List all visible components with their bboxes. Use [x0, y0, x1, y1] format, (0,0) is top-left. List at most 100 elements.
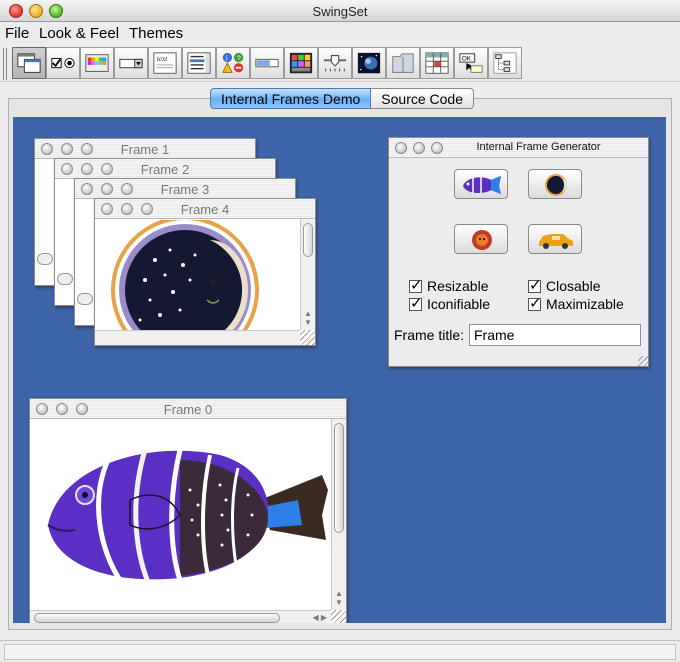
checkbox-icon[interactable]: [528, 276, 542, 294]
resize-grip-icon[interactable]: [638, 356, 648, 366]
frame-minimize-button[interactable]: [413, 142, 425, 154]
scroll-arrows-icon[interactable]: ◀ ▶: [312, 613, 327, 622]
progress-bar-demo-button[interactable]: [250, 47, 284, 79]
scroll-thumb[interactable]: [334, 423, 344, 533]
frame-title-bar[interactable]: Frame 3: [75, 179, 295, 199]
svg-text:text: text: [157, 54, 169, 63]
frame-title-bar[interactable]: Frame 4: [95, 199, 315, 219]
frame-4-vertical-scrollbar[interactable]: ▲ ▼: [300, 219, 315, 330]
internal-frames-demo-button[interactable]: [12, 47, 46, 79]
split-pane-demo-button[interactable]: [386, 47, 420, 79]
menu-themes[interactable]: Themes: [129, 25, 183, 42]
tree-icon: [493, 52, 517, 74]
tab-internal-frames-demo[interactable]: Internal Frames Demo: [210, 88, 372, 109]
file-chooser-demo-button[interactable]: [284, 47, 318, 79]
resize-grip-icon[interactable]: [331, 610, 346, 623]
toolbar: text i ? OK: [0, 44, 680, 82]
menu-look-and-feel[interactable]: Look & Feel: [39, 25, 119, 42]
create-sun-frame-button[interactable]: [454, 224, 508, 254]
internal-frame-4[interactable]: Frame 4 ▲ ▼: [94, 198, 316, 346]
frame-title-label: Frame title:: [394, 327, 465, 343]
checkbox-demo-button[interactable]: [46, 47, 80, 79]
frame-title: Frame 1: [120, 142, 170, 157]
scroll-thumb[interactable]: [34, 613, 280, 623]
frame-title: Frame 2: [140, 162, 190, 177]
resizable-checkbox[interactable]: Resizable: [409, 276, 489, 294]
frame-title-bar[interactable]: Internal Frame Generator: [389, 138, 648, 158]
checkbox-label: Closable: [546, 278, 601, 294]
maximizable-checkbox[interactable]: Maximizable: [528, 294, 624, 312]
frame-3-hscroll-thumb[interactable]: [77, 293, 93, 305]
checkbox-radio-icon: [51, 57, 75, 69]
frame-0-vertical-scrollbar[interactable]: ▲ ▼: [331, 419, 346, 610]
frame-title: Internal Frame Generator: [476, 141, 601, 153]
option-pane-icon: i ?: [222, 52, 244, 73]
frame-title: Frame 3: [160, 182, 210, 197]
slider-icon: [323, 55, 347, 72]
internal-frame-0[interactable]: Frame 0 ▲ ▼ ◀ ▶: [29, 398, 347, 623]
create-fish-frame-button[interactable]: [454, 169, 508, 199]
frame-title-input[interactable]: [469, 324, 641, 346]
color-chooser-demo-button[interactable]: [80, 47, 114, 79]
status-bar: [0, 640, 680, 662]
tab-source-code[interactable]: Source Code: [371, 88, 474, 109]
window-title: SwingSet: [312, 4, 368, 19]
frame-title-bar[interactable]: Frame 0: [30, 399, 346, 419]
option-pane-demo-button[interactable]: i ?: [216, 47, 250, 79]
closable-checkbox[interactable]: Closable: [528, 276, 601, 294]
moon-icon: [545, 174, 567, 196]
car-icon: [539, 234, 573, 249]
color-chooser-icon: [85, 54, 109, 72]
table-demo-button[interactable]: [420, 47, 454, 79]
combobox-demo-button[interactable]: [114, 47, 148, 79]
checkbox-label: Resizable: [427, 278, 489, 294]
editor-pane-demo-button[interactable]: text: [148, 47, 182, 79]
iconifiable-checkbox[interactable]: Iconifiable: [409, 294, 491, 312]
checkbox-icon[interactable]: [409, 276, 423, 294]
checkbox-icon[interactable]: [528, 294, 542, 312]
menu-bar: File Look & Feel Themes: [0, 23, 680, 43]
title-bar: SwingSet: [0, 0, 680, 22]
list-demo-button[interactable]: [182, 47, 216, 79]
scroll-pane-icon: [357, 52, 381, 74]
scroll-thumb[interactable]: [303, 223, 313, 257]
frame-2-hscroll-thumb[interactable]: [57, 273, 73, 285]
frame-title: Frame 4: [180, 202, 230, 217]
svg-text:?: ?: [237, 53, 241, 62]
toolbar-grip[interactable]: [3, 48, 9, 80]
moon-image: [111, 220, 259, 332]
scroll-arrows-icon[interactable]: ▲ ▼: [304, 309, 312, 327]
swingset-window: SwingSet File Look & Feel Themes text i …: [0, 0, 680, 662]
tree-demo-button[interactable]: [488, 47, 522, 79]
slider-demo-button[interactable]: [318, 47, 352, 79]
scroll-pane-demo-button[interactable]: [352, 47, 386, 79]
desktop-pane: Frame 1 Frame 2 Frame 3 Frame 4 ▲ ▼ Fram…: [13, 117, 666, 623]
checkbox-icon[interactable]: [409, 294, 423, 312]
split-pane-icon: [392, 53, 414, 73]
scroll-arrows-icon[interactable]: ▲ ▼: [335, 589, 343, 607]
sun-icon: [472, 230, 492, 250]
frame-1-hscroll-thumb[interactable]: [37, 253, 53, 265]
tooltip-ok-text: OK: [462, 56, 472, 63]
status-field: [4, 644, 676, 660]
fish-icon: [463, 176, 501, 194]
fish-image: [47, 449, 328, 583]
frame-close-button[interactable]: [395, 142, 407, 154]
combobox-icon: [119, 58, 143, 69]
frame-title-bar[interactable]: Frame 1: [35, 139, 255, 159]
tab-bar: Internal Frames Demo Source Code: [210, 88, 474, 110]
menu-file[interactable]: File: [5, 25, 29, 42]
progress-bar-icon: [255, 58, 279, 68]
tooltip-demo-button[interactable]: OK: [454, 47, 488, 79]
frame-0-horizontal-scrollbar[interactable]: ◀ ▶: [30, 610, 331, 623]
internal-frame-generator[interactable]: Internal Frame Generator ✓ Resizable ✓ C…: [388, 137, 649, 367]
list-icon: [187, 52, 211, 74]
create-moon-frame-button[interactable]: [528, 169, 582, 199]
frame-4-horizontal-scrollbar[interactable]: [95, 330, 300, 345]
resize-grip-icon[interactable]: [300, 330, 315, 345]
create-car-frame-button[interactable]: [528, 224, 582, 254]
frame-title: Frame 0: [163, 402, 213, 417]
table-icon: [425, 52, 449, 74]
frame-title-bar[interactable]: Frame 2: [55, 159, 275, 179]
checkbox-label: Iconifiable: [427, 296, 491, 312]
